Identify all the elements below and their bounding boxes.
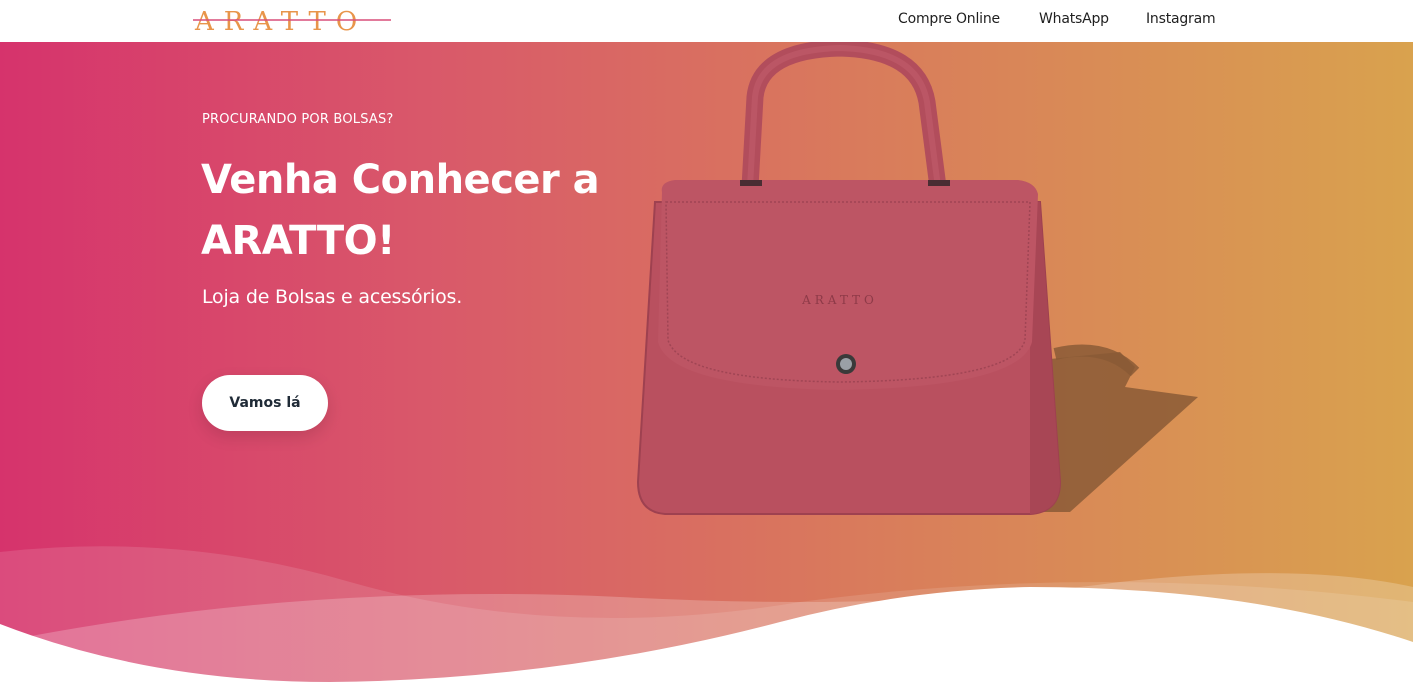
logo-text: ARATTO — [194, 7, 367, 37]
nav-instagram[interactable]: Instagram — [1146, 11, 1216, 27]
site-header: ARATTO Compre Online WhatsApp Instagram — [0, 0, 1413, 42]
decorative-waves — [0, 546, 1413, 687]
aratto-logo[interactable]: ARATTO — [193, 2, 393, 38]
vamos-la-button[interactable]: Vamos lá — [202, 375, 328, 431]
hero-section: ARATTO PROCURANDO POR BOLSAS? Venha Conh… — [0, 42, 1413, 687]
nav-compre-online[interactable]: Compre Online — [898, 11, 1000, 27]
hero-subtitle: Loja de Bolsas e acessórios. — [202, 286, 463, 308]
nav-whatsapp[interactable]: WhatsApp — [1039, 11, 1109, 27]
hero-eyebrow: PROCURANDO POR BOLSAS? — [202, 112, 394, 127]
hero-title: Venha Conhecer a ARATTO! — [201, 157, 600, 264]
